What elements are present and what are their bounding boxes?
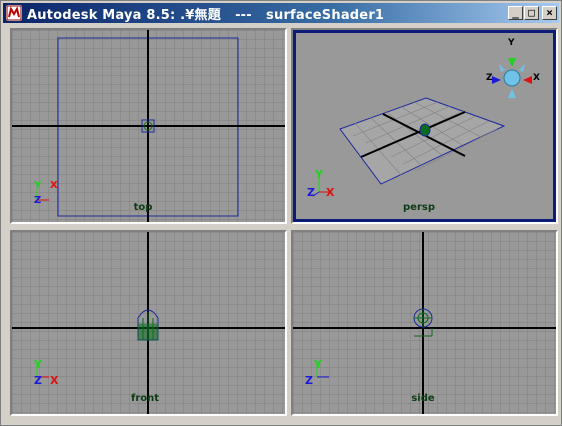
side-view-canvas[interactable]: [293, 232, 556, 414]
viewport-label-side: side: [411, 393, 435, 404]
maximize-button[interactable]: □: [524, 6, 539, 20]
cylinder-object[interactable]: [137, 309, 159, 341]
axis-label-z: Z: [305, 374, 313, 387]
viewport-side[interactable]: Y Z side: [291, 230, 558, 416]
axis-label-y: Y: [315, 168, 323, 181]
axis-label-y: Y: [34, 180, 42, 191]
viewport-label-persp: persp: [403, 202, 435, 213]
axis-label-x: X: [50, 180, 58, 191]
viewport-persp[interactable]: Y X Z Y X Z persp: [291, 28, 558, 224]
title-bar[interactable]: Autodesk Maya 8.5: .¥無題 --- surfaceShade…: [3, 3, 559, 23]
axis-label-z: Z: [307, 186, 315, 199]
axis-label-x: X: [326, 186, 335, 199]
close-button[interactable]: ×: [542, 6, 557, 20]
viewport-label-front: front: [130, 393, 160, 404]
maya-app-icon[interactable]: [6, 5, 22, 21]
viewport-label-top: top: [133, 202, 153, 213]
window-title: Autodesk Maya 8.5: .¥無題 --- surfaceShade…: [27, 8, 385, 23]
cylinder-object[interactable]: [419, 123, 431, 137]
minimize-button[interactable]: _: [508, 6, 523, 20]
top-view-canvas[interactable]: [12, 30, 285, 222]
axis-label-y: Y: [34, 358, 42, 371]
axis-label-y: Y: [314, 358, 322, 371]
maya-window: Autodesk Maya 8.5: .¥無題 --- surfaceShade…: [0, 0, 562, 426]
axis-label-z: Z: [34, 374, 42, 387]
viewport-front[interactable]: Y X Z front: [10, 230, 287, 416]
gizmo-label-z: Z: [486, 73, 493, 83]
gizmo-label-x: X: [533, 73, 540, 83]
axis-label-x: X: [50, 374, 59, 387]
axis-label-z: Z: [34, 195, 42, 206]
viewport-top[interactable]: Y X Z top: [10, 28, 287, 224]
gizmo-label-y: Y: [508, 38, 515, 48]
